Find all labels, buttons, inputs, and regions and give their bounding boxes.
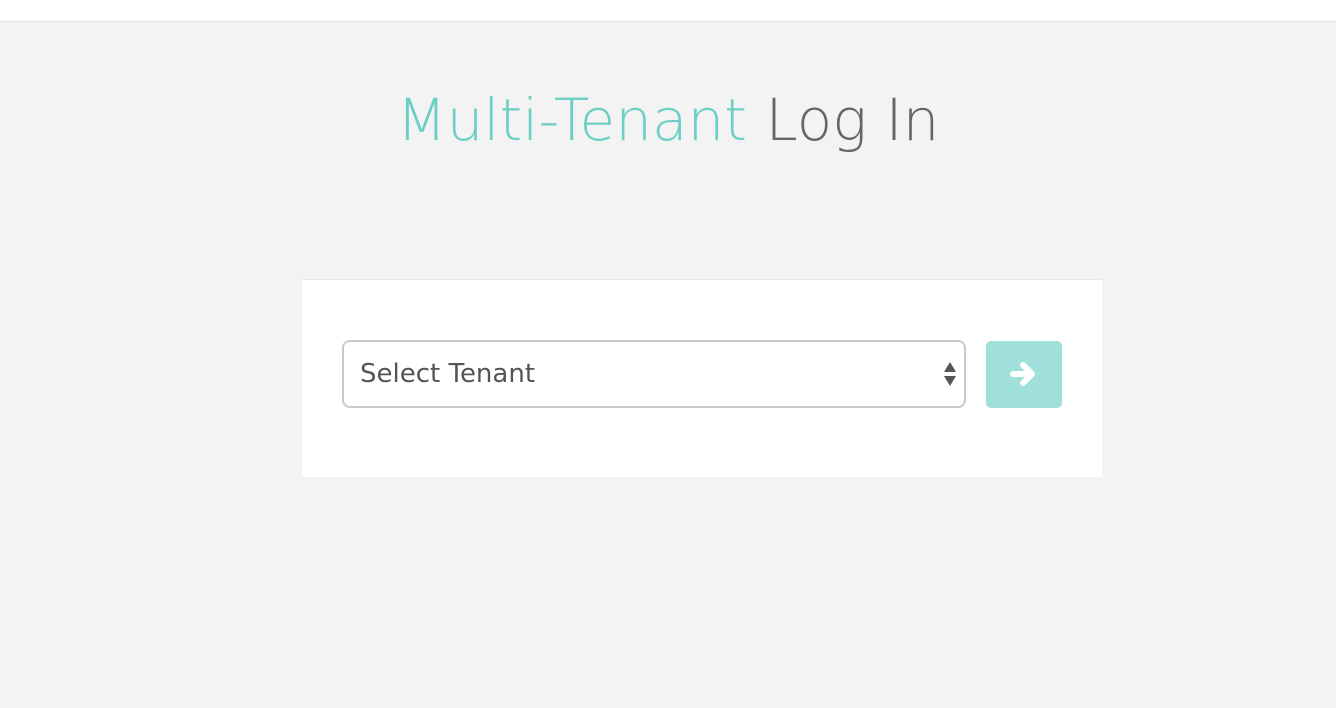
login-card: Select Tenant — [302, 279, 1102, 477]
page-title-accent: Multi-Tenant — [396, 86, 748, 154]
top-bar — [0, 0, 1336, 22]
select-arrows-icon — [943, 359, 957, 389]
page-title: Multi-Tenant Log In — [0, 78, 1336, 162]
tenant-select[interactable]: Select Tenant — [342, 340, 966, 408]
submit-button[interactable] — [986, 341, 1062, 408]
tenant-select-value: Select Tenant — [360, 359, 536, 389]
page-title-rest: Log In — [765, 86, 940, 154]
